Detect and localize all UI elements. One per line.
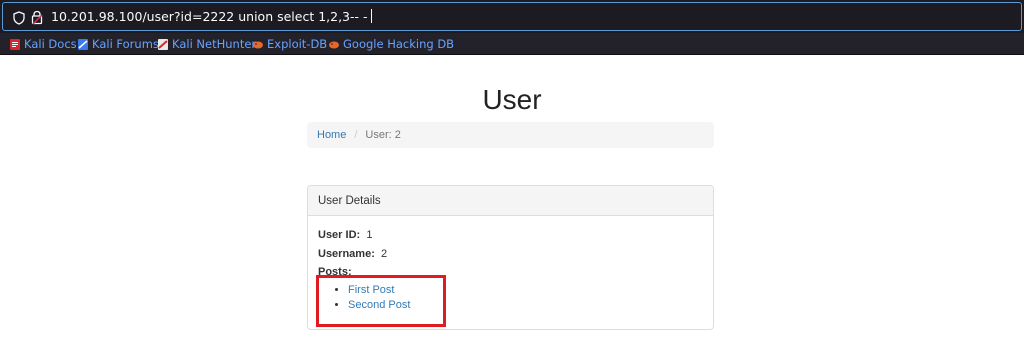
user-id-value: 1 xyxy=(366,229,373,241)
user-details-panel: User Details User ID: 1 Username: 2 Post… xyxy=(307,185,714,330)
post-link-first[interactable]: First Post xyxy=(348,284,394,296)
url-value[interactable]: 10.201.98.100/user?id=2222 union select … xyxy=(51,9,368,24)
text-caret xyxy=(370,9,372,23)
bookmark-label: Kali Docs xyxy=(24,37,77,51)
bookmark-kali-docs[interactable]: Kali Docs xyxy=(10,36,77,52)
bookmark-kali-nethunter[interactable]: Kali NetHunter xyxy=(158,36,256,52)
bookmark-label: Kali Forums xyxy=(92,37,159,51)
username-row: Username: 2 xyxy=(318,248,387,260)
bookmark-label: Exploit-DB xyxy=(267,37,328,51)
bookmark-exploit-db[interactable]: Exploit-DB xyxy=(253,36,327,52)
bookmark-kali-forums[interactable]: Kali Forums xyxy=(78,36,159,52)
insecure-lock-icon[interactable] xyxy=(31,10,43,25)
kali-docs-icon xyxy=(10,38,20,50)
posts-list: First Post Second Post xyxy=(332,283,410,313)
browser-toolbar: 10.201.98.100/user?id=2222 union select … xyxy=(0,0,1024,33)
breadcrumb-current: User: 2 xyxy=(365,129,401,141)
bookmarks-toolbar: Kali Docs Kali Forums Kali NetHunter Exp… xyxy=(0,33,1024,55)
exploit-db-icon xyxy=(253,41,263,48)
posts-row: Posts: xyxy=(318,266,352,278)
post-link-second[interactable]: Second Post xyxy=(348,299,410,311)
user-id-row: User ID: 1 xyxy=(318,229,372,241)
list-item: Second Post xyxy=(348,298,410,313)
bookmark-label: Kali NetHunter xyxy=(172,37,257,51)
breadcrumb: Home / User: 2 xyxy=(307,122,714,148)
user-id-label: User ID: xyxy=(318,229,361,241)
kali-nethunter-icon xyxy=(158,38,168,50)
tracking-shield-icon[interactable] xyxy=(13,11,25,25)
username-label: Username: xyxy=(318,248,375,260)
breadcrumb-separator: / xyxy=(354,129,358,141)
bookmark-google-hacking-db[interactable]: Google Hacking DB xyxy=(329,36,454,52)
address-bar[interactable]: 10.201.98.100/user?id=2222 union select … xyxy=(2,2,1022,31)
posts-label: Posts: xyxy=(318,266,352,278)
google-hacking-db-icon xyxy=(329,41,339,48)
username-value: 2 xyxy=(380,248,388,260)
kali-forums-icon xyxy=(78,38,88,50)
panel-heading: User Details xyxy=(308,186,713,216)
url-input[interactable]: 10.201.98.100/user?id=2222 union select … xyxy=(51,9,372,25)
page-title: User xyxy=(482,84,542,115)
list-item: First Post xyxy=(348,283,410,298)
breadcrumb-home-link[interactable]: Home xyxy=(317,129,346,141)
bookmark-label: Google Hacking DB xyxy=(343,37,455,51)
